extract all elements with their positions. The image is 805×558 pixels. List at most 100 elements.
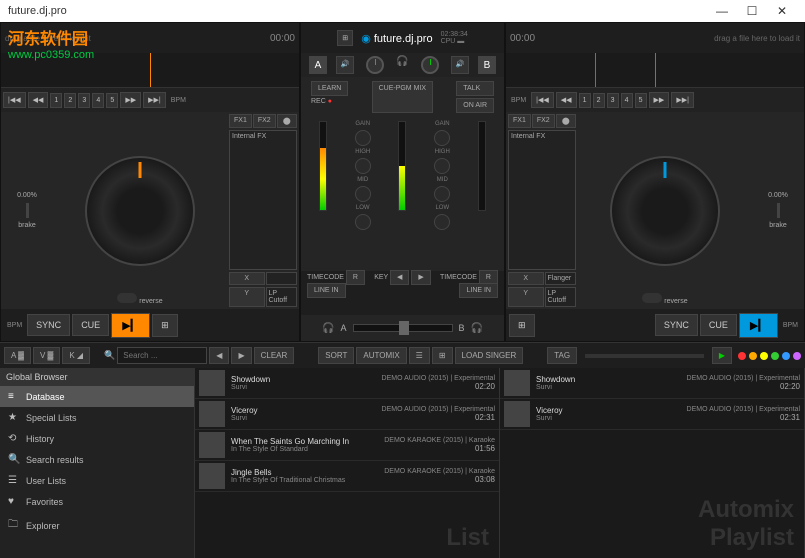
deck-b-cue-1[interactable]: 1 — [579, 93, 591, 108]
deck-a-forward-button[interactable]: ▶▶ — [120, 92, 141, 108]
onair-button[interactable]: ON AIR — [456, 98, 494, 113]
deck-b-cue-3[interactable]: 3 — [607, 93, 619, 108]
deck-a-next-button[interactable]: ▶▶| — [143, 92, 166, 108]
deck-b-brake-button[interactable]: brake — [769, 222, 787, 229]
deck-b-play-button[interactable]: ▶▎ — [739, 313, 778, 338]
color-tag-yellow[interactable] — [760, 352, 768, 360]
preview-slider[interactable] — [585, 354, 704, 358]
track-row[interactable]: ViceroySurviDEMO AUDIO (2015) | Experime… — [195, 399, 499, 430]
deck-a-play-button[interactable]: ▶▎ — [111, 313, 150, 338]
filter-audio-button[interactable]: A ▓ — [4, 347, 31, 364]
master-button[interactable]: 🔊 — [451, 56, 470, 74]
sidebar-item-special-lists[interactable]: ★Special Lists — [0, 407, 194, 428]
deck-b-fx-toggle[interactable]: ⬤ — [556, 114, 576, 128]
talk-button[interactable]: TALK — [456, 81, 494, 96]
gain-knob-b[interactable] — [434, 130, 450, 146]
sidebar-item-history[interactable]: ⟲History — [0, 428, 194, 449]
deck-a-extra-button[interactable]: ⊞ — [152, 314, 178, 337]
tag-button[interactable]: TAG — [547, 347, 577, 364]
high-knob-b[interactable] — [434, 158, 450, 174]
deck-b-fx1-button[interactable]: FX1 — [508, 114, 531, 128]
color-tag-orange[interactable] — [749, 352, 757, 360]
deck-a-brake-button[interactable]: brake — [18, 222, 36, 229]
deck-a-cue-2[interactable]: 2 — [64, 93, 76, 108]
deck-b-cue-5[interactable]: 5 — [635, 93, 647, 108]
deck-b-fx2-button[interactable]: FX2 — [532, 114, 555, 128]
deck-b-forward-button[interactable]: ▶▶ — [649, 92, 670, 108]
center-grid-button[interactable]: ⊞ — [337, 30, 353, 46]
deck-a-reverse-toggle[interactable] — [117, 293, 137, 303]
high-knob-a[interactable] — [355, 158, 371, 174]
low-knob-b[interactable] — [434, 214, 450, 230]
headphone-cue-b-icon[interactable]: 🎧 — [471, 323, 483, 334]
monitor-knob-1[interactable] — [366, 56, 384, 74]
preview-play-button[interactable]: ▶ — [712, 347, 732, 364]
window-close-button[interactable]: ✕ — [767, 4, 797, 18]
rec-indicator-icon[interactable]: ● — [328, 98, 332, 105]
deck-a-prev-button[interactable]: |◀◀ — [3, 92, 26, 108]
deck-b-prev-button[interactable]: |◀◀ — [531, 92, 554, 108]
deck-a-fx-select[interactable]: Internal FX — [229, 130, 297, 270]
view-grid-button[interactable]: ⊞ — [432, 347, 453, 364]
window-minimize-button[interactable]: — — [707, 4, 737, 18]
deck-b-extra-button[interactable]: ⊞ — [509, 314, 535, 337]
deck-b-cue-4[interactable]: 4 — [621, 93, 633, 108]
automix-button[interactable]: AUTOMIX — [356, 347, 406, 364]
deck-a-fx1-button[interactable]: FX1 — [229, 114, 252, 128]
deck-b-cue-2[interactable]: 2 — [593, 93, 605, 108]
deck-b-fx-x[interactable]: Flanger — [545, 272, 577, 285]
sidebar-item-database[interactable]: ≡Database — [0, 386, 194, 407]
deck-a-fx-y[interactable]: LP Cutoff — [266, 287, 298, 307]
deck-a-cue-3[interactable]: 3 — [78, 93, 90, 108]
deck-a-cue-4[interactable]: 4 — [92, 93, 104, 108]
deck-a-cue-5[interactable]: 5 — [106, 93, 118, 108]
deck-a-fx2-button[interactable]: FX2 — [253, 114, 276, 128]
track-row[interactable]: When The Saints Go Marching InIn The Sty… — [195, 430, 499, 461]
track-row[interactable]: Jingle BellsIn The Style Of Traditional … — [195, 461, 499, 492]
crossfader-handle[interactable] — [399, 321, 409, 335]
track-row[interactable]: ShowdownSurviDEMO AUDIO (2015) | Experim… — [500, 368, 804, 399]
deck-b-next-button[interactable]: ▶▶| — [671, 92, 694, 108]
load-singer-button[interactable]: LOAD SINGER — [455, 347, 524, 364]
deck-b-cue-button[interactable]: CUE — [700, 314, 737, 336]
filter-video-button[interactable]: V ▓ — [33, 347, 60, 364]
search-next-button[interactable]: ▶ — [231, 347, 251, 364]
deck-a-cue-button[interactable]: CUE — [72, 314, 109, 336]
linein-b-button[interactable]: LINE IN — [459, 283, 498, 298]
mid-knob-a[interactable] — [355, 186, 371, 202]
sidebar-item-favorites[interactable]: ♥Favorites — [0, 491, 194, 512]
color-tag-red[interactable] — [738, 352, 746, 360]
deck-a-fx-toggle[interactable]: ⬤ — [277, 114, 297, 128]
color-tag-green[interactable] — [771, 352, 779, 360]
crossfader[interactable] — [353, 324, 453, 332]
deck-b-reverse-toggle[interactable] — [642, 293, 662, 303]
track-row[interactable]: ViceroySurviDEMO AUDIO (2015) | Experime… — [500, 399, 804, 430]
deck-a-fx-x[interactable] — [266, 272, 298, 285]
headphone-cue-a-icon[interactable]: 🎧 — [322, 323, 334, 334]
low-knob-a[interactable] — [355, 214, 371, 230]
learn-button[interactable]: LEARN — [311, 81, 348, 96]
gain-knob-a[interactable] — [355, 130, 371, 146]
deck-b-pitch-slider[interactable] — [777, 203, 780, 218]
sidebar-item-search-results[interactable]: 🔍Search results — [0, 449, 194, 470]
deck-b-fx-y[interactable]: LP Cutoff — [545, 287, 577, 307]
deck-a-jog-wheel[interactable]: reverse — [53, 112, 227, 309]
mid-knob-b[interactable] — [434, 186, 450, 202]
monitor-button[interactable]: 🔊 — [336, 56, 355, 74]
linein-a-button[interactable]: LINE IN — [307, 283, 346, 298]
deck-a-waveform[interactable] — [1, 53, 299, 88]
search-input[interactable] — [117, 347, 207, 364]
track-row[interactable]: ShowdownSurviDEMO AUDIO (2015) | Experim… — [195, 368, 499, 399]
monitor-knob-2[interactable] — [421, 56, 439, 74]
deck-a-cue-1[interactable]: 1 — [50, 93, 62, 108]
deck-b-fx-select[interactable]: Internal FX — [508, 130, 576, 270]
deck-b-jog-wheel[interactable]: reverse — [578, 112, 752, 309]
view-list-button[interactable]: ☰ — [409, 347, 430, 364]
sidebar-item-user-lists[interactable]: ☰User Lists — [0, 470, 194, 491]
deck-b-rewind-button[interactable]: ◀◀ — [556, 92, 577, 108]
sidebar-item-explorer[interactable]: 🗀Explorer — [0, 512, 194, 539]
window-maximize-button[interactable]: ☐ — [737, 4, 767, 18]
deck-b-waveform[interactable] — [506, 53, 804, 88]
deck-a-sync-button[interactable]: SYNC — [27, 314, 70, 336]
deck-a-pitch-slider[interactable] — [26, 203, 29, 218]
